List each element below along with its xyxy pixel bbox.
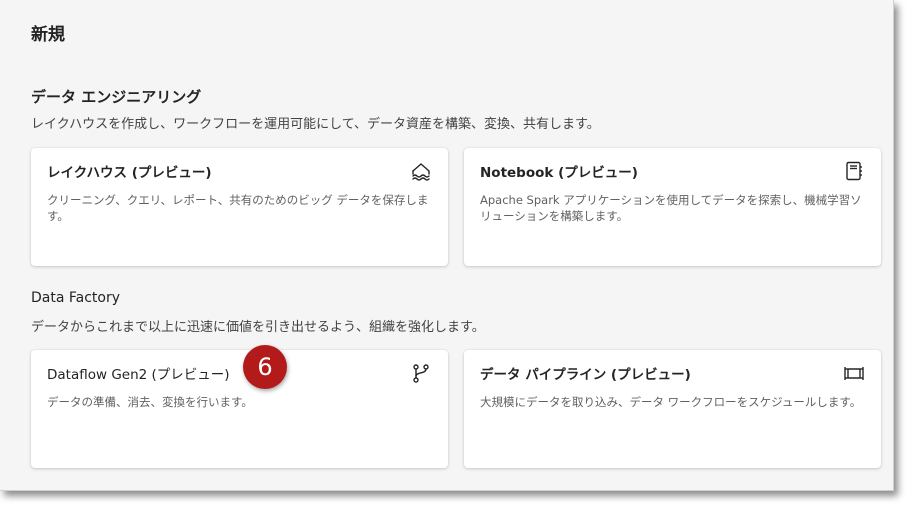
card-title: Dataflow Gen2 (プレビュー) — [47, 367, 230, 383]
new-item-panel: 新規 データ エンジニアリング レイクハウスを作成し、ワークフローを運用可能にし… — [0, 0, 894, 491]
section-description-data-factory: データからこれまで以上に迅速に価値を引き出せるよう、組織を強化します。 — [31, 320, 485, 335]
notebook-icon — [843, 160, 865, 182]
card-title: レイクハウス (プレビュー) — [47, 165, 212, 181]
pipeline-icon — [843, 362, 865, 384]
page-title: 新規 — [31, 25, 65, 45]
card-description: データの準備、消去、変換を行います。 — [47, 395, 253, 409]
lakehouse-card[interactable]: レイクハウス (プレビュー) クリーニング、クエリ、レポート、共有のためのビッグ… — [31, 148, 448, 266]
dataflow-gen2-card[interactable]: Dataflow Gen2 (プレビュー) データの準備、消去、変換を行います。 — [31, 350, 448, 468]
lakehouse-icon — [410, 160, 432, 182]
section-title-data-factory: Data Factory — [31, 290, 121, 306]
data-pipeline-card[interactable]: データ パイプライン (プレビュー) 大規模にデータを取り込み、データ ワークフ… — [464, 350, 881, 468]
dataflow-icon — [410, 362, 432, 384]
section-title-data-engineering: データ エンジニアリング — [31, 88, 202, 106]
card-title: データ パイプライン (プレビュー) — [480, 367, 691, 383]
card-description: 大規模にデータを取り込み、データ ワークフローをスケジュールします。 — [480, 395, 862, 409]
card-description: クリーニング、クエリ、レポート、共有のためのビッグ データを保存します。 — [47, 193, 429, 223]
section-description-data-engineering: レイクハウスを作成し、ワークフローを運用可能にして、データ資産を構築、変換、共有… — [31, 117, 600, 132]
card-description: Apache Spark アプリケーションを使用してデータを探索し、機械学習ソリ… — [480, 193, 862, 223]
card-title: Notebook (プレビュー) — [480, 165, 638, 181]
notebook-card[interactable]: Notebook (プレビュー) Apache Spark アプリケーションを使… — [464, 148, 881, 266]
step-callout-badge: 6 — [243, 345, 287, 389]
